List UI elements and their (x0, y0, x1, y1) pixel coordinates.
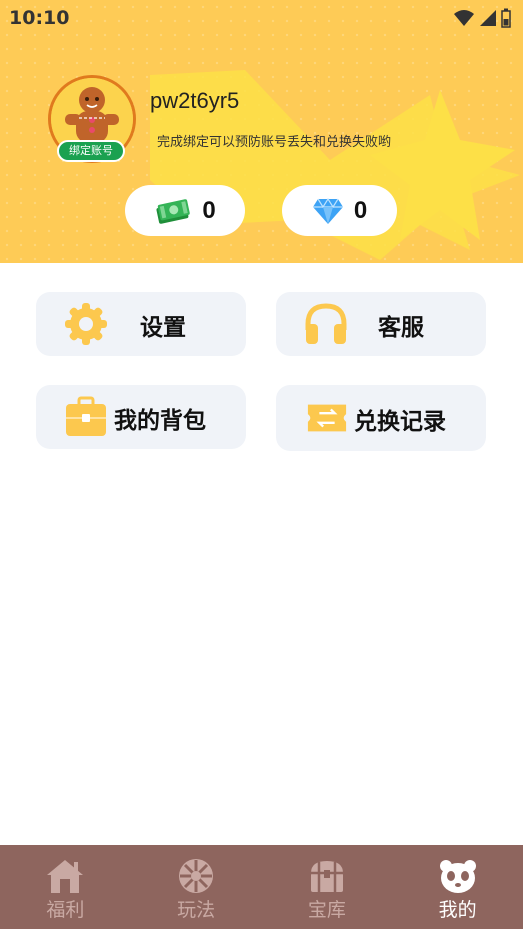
nav-item-mine[interactable]: 我的 (392, 845, 523, 929)
settings-button[interactable]: 设置 (36, 292, 246, 356)
gem-balance-value: 0 (353, 196, 368, 224)
gem-balance-pill[interactable]: 0 (282, 185, 397, 236)
exchange-ticket-icon (307, 404, 347, 432)
nav-label-treasury: 宝库 (307, 899, 346, 921)
cash-balance-value: 0 (202, 196, 216, 224)
bind-tip-text: 完成绑定可以预防账号丢失和兑换失败哟 (157, 135, 392, 150)
panda-icon (439, 860, 476, 893)
signal-icon (480, 10, 496, 26)
wifi-icon (454, 10, 474, 26)
cash-icon (156, 198, 191, 224)
battery-icon (501, 8, 511, 28)
status-time: 10:10 (9, 7, 70, 29)
nav-label-welfare: 福利 (46, 899, 85, 921)
nav-item-welfare[interactable]: 福利 (0, 845, 131, 929)
nav-label-mine: 我的 (438, 899, 477, 921)
customer-service-label: 客服 (378, 315, 424, 341)
house-icon (47, 860, 84, 893)
nav-item-gameplay[interactable]: 玩法 (131, 845, 262, 929)
status-icons (453, 8, 511, 28)
cash-balance-pill[interactable]: 0 (125, 185, 245, 236)
briefcase-icon (66, 396, 106, 436)
bind-account-badge[interactable]: 绑定账号 (57, 140, 125, 162)
exchange-record-label: 兑换记录 (354, 409, 446, 435)
treasure-chest-icon (310, 861, 343, 892)
exchange-record-button[interactable]: 兑换记录 (276, 385, 486, 451)
nav-label-gameplay: 玩法 (177, 899, 216, 921)
customer-service-button[interactable]: 客服 (276, 292, 486, 356)
gear-icon (65, 303, 107, 345)
headset-icon (305, 303, 347, 344)
nav-item-treasury[interactable]: 宝库 (262, 845, 393, 929)
bottom-nav: 福利 玩法 宝库 我的 (0, 845, 523, 929)
status-bar: 10:10 (0, 0, 523, 36)
settings-label: 设置 (140, 315, 186, 341)
username: pw2t6yr5 (150, 88, 240, 113)
my-backpack-button[interactable]: 我的背包 (36, 385, 246, 449)
diamond-icon (312, 197, 343, 224)
wheel-icon (179, 859, 214, 893)
profile-header: 10:10 绑定账号 pw2t6yr5 完成绑定可以预防账号丢失和兑换失败哟 0… (0, 0, 523, 263)
my-backpack-label: 我的背包 (114, 408, 206, 434)
